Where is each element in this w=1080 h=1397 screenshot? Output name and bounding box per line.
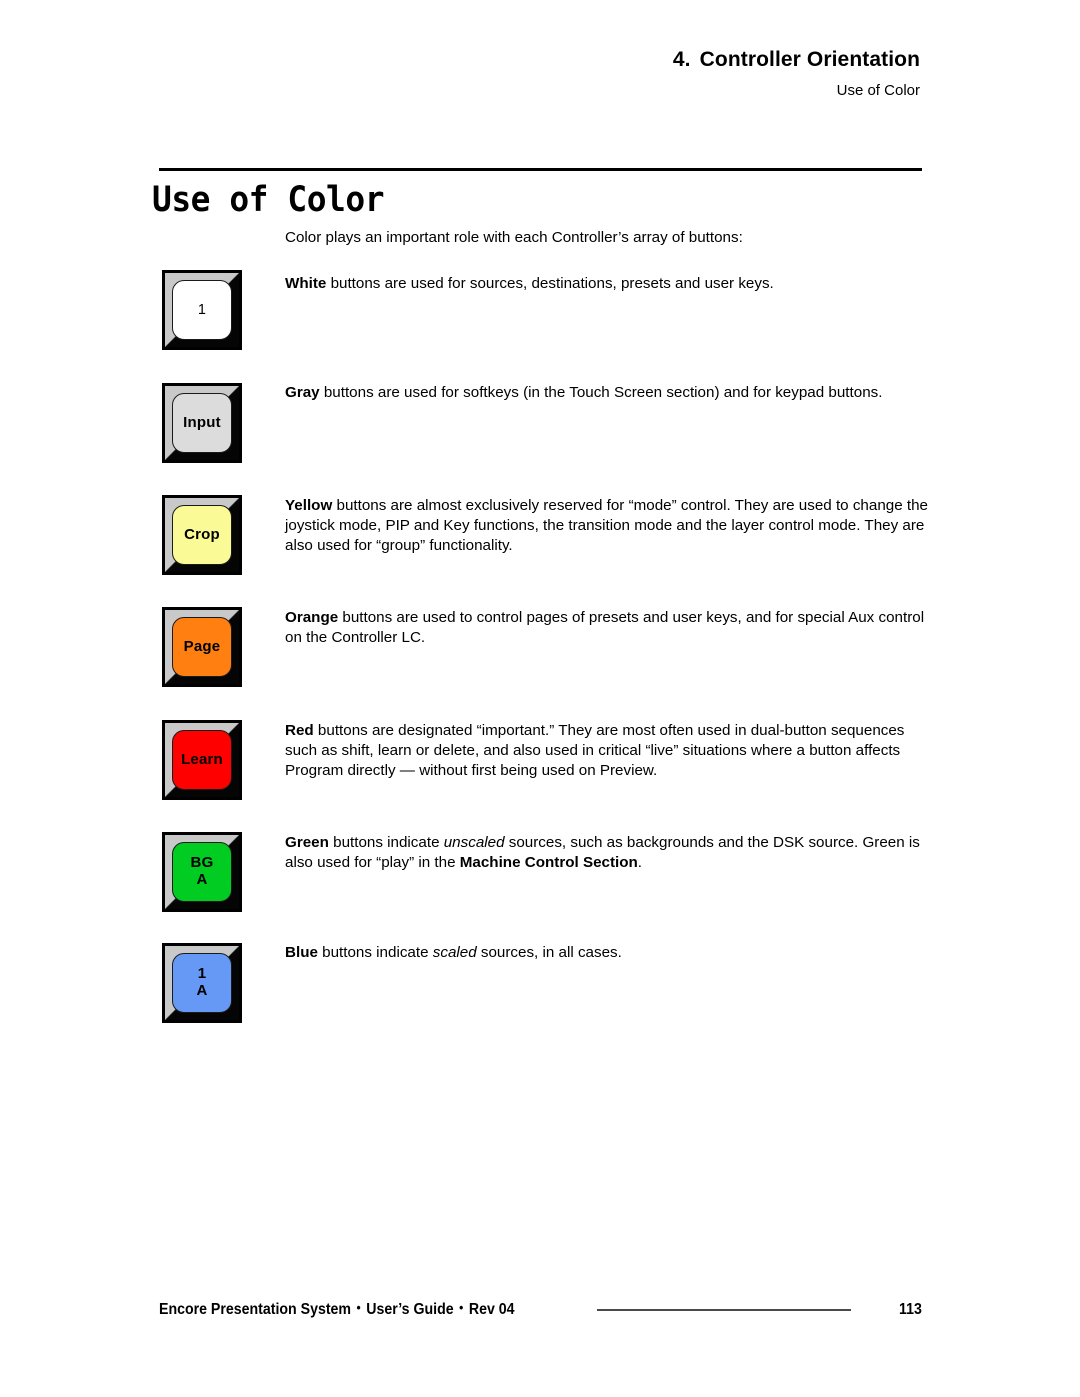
button-cap: BG A	[172, 842, 232, 902]
document-page: 4. Controller Orientation Use of Color Us…	[0, 0, 1080, 1397]
green-paragraph: Green buttons indicate unscaled sources,…	[285, 833, 933, 873]
gray-paragraph: Gray buttons are used for softkeys (in t…	[285, 383, 933, 403]
footer-doc: User’s Guide	[366, 1301, 454, 1318]
yellow-button: Crop	[162, 495, 242, 575]
footer-separator-1: •	[356, 1300, 361, 1315]
button-cap-label-line2: A	[196, 871, 208, 888]
green-lead: Green	[285, 834, 329, 851]
header-section-name: Use of Color	[836, 82, 920, 99]
blue-paragraph: Blue buttons indicate scaled sources, in…	[285, 943, 933, 963]
page-footer: Encore Presentation System • User’s Guide •…	[0, 1277, 1080, 1397]
page-title: Use of Color	[152, 180, 385, 220]
header-chapter-number: 4.	[672, 48, 691, 71]
gray-button: Input	[162, 383, 242, 463]
yellow-lead: Yellow	[285, 497, 333, 514]
green-strong: Machine Control Section	[459, 854, 638, 871]
orange-rest: buttons are used to control pages of pre…	[285, 609, 925, 646]
running-header: 4. Controller Orientation Use of Color	[673, 48, 920, 99]
button-cap: 1	[172, 280, 232, 340]
button-cap: Page	[172, 617, 232, 677]
button-cap: 1 A	[172, 953, 232, 1013]
blue-button: 1 A	[162, 943, 242, 1023]
button-cap: Input	[172, 393, 232, 453]
gray-rest: buttons are used for softkeys (in the To…	[319, 384, 883, 401]
footer-product: Encore Presentation System	[159, 1301, 352, 1318]
button-cap: Crop	[172, 505, 232, 565]
blue-emphasis: scaled	[432, 944, 477, 961]
white-rest: buttons are used for sources, destinatio…	[326, 275, 774, 292]
button-cap-label: Input	[183, 413, 221, 431]
footer-separator-2: •	[459, 1300, 464, 1315]
footer-citation: Encore Presentation System • User’s Guide •…	[159, 1300, 515, 1319]
red-paragraph: Red buttons are designated “important.” …	[285, 721, 933, 781]
footer-revision: Rev 04	[468, 1301, 515, 1318]
white-button: 1	[162, 270, 242, 350]
yellow-paragraph: Yellow buttons are almost exclusively re…	[285, 496, 933, 556]
button-cap-label: Crop	[184, 525, 220, 543]
yellow-rest: buttons are almost exclusively reserved …	[285, 497, 928, 554]
button-cap-label: Page	[183, 637, 221, 655]
button-cap-label-line1: BG	[190, 854, 214, 872]
button-cap-label-line2: A	[196, 982, 208, 999]
header-chapter-name: Controller Orientation	[699, 48, 920, 71]
green-emphasis: unscaled	[443, 834, 505, 851]
button-cap: Learn	[172, 730, 232, 790]
red-lead: Red	[285, 722, 314, 739]
button-cap-label: Learn	[181, 750, 223, 768]
orange-paragraph: Orange buttons are used to control pages…	[285, 608, 933, 648]
footer-page-number: 113	[899, 1301, 922, 1318]
white-paragraph: White buttons are used for sources, dest…	[285, 274, 933, 294]
gray-lead: Gray	[285, 384, 320, 401]
blue-lead: Blue	[285, 944, 318, 961]
green-button: BG A	[162, 832, 242, 912]
intro-paragraph: Color plays an important role with each …	[285, 229, 743, 246]
button-cap-label-line1: 1	[197, 965, 207, 983]
white-lead: White	[285, 275, 327, 292]
orange-button: Page	[162, 607, 242, 687]
header-chapter-title: 4. Controller Orientation	[673, 48, 920, 72]
green-tail: .	[637, 854, 643, 871]
green-mid1: buttons indicate	[328, 834, 444, 851]
button-cap-label: 1	[197, 301, 207, 318]
red-button: Learn	[162, 720, 242, 800]
blue-mid1: buttons indicate	[317, 944, 433, 961]
red-rest: buttons are designated “important.” They…	[285, 722, 905, 779]
blue-tail: sources, in all cases.	[476, 944, 622, 961]
title-divider-rule	[159, 168, 922, 171]
footer-divider-rule	[597, 1309, 851, 1311]
orange-lead: Orange	[285, 609, 339, 626]
